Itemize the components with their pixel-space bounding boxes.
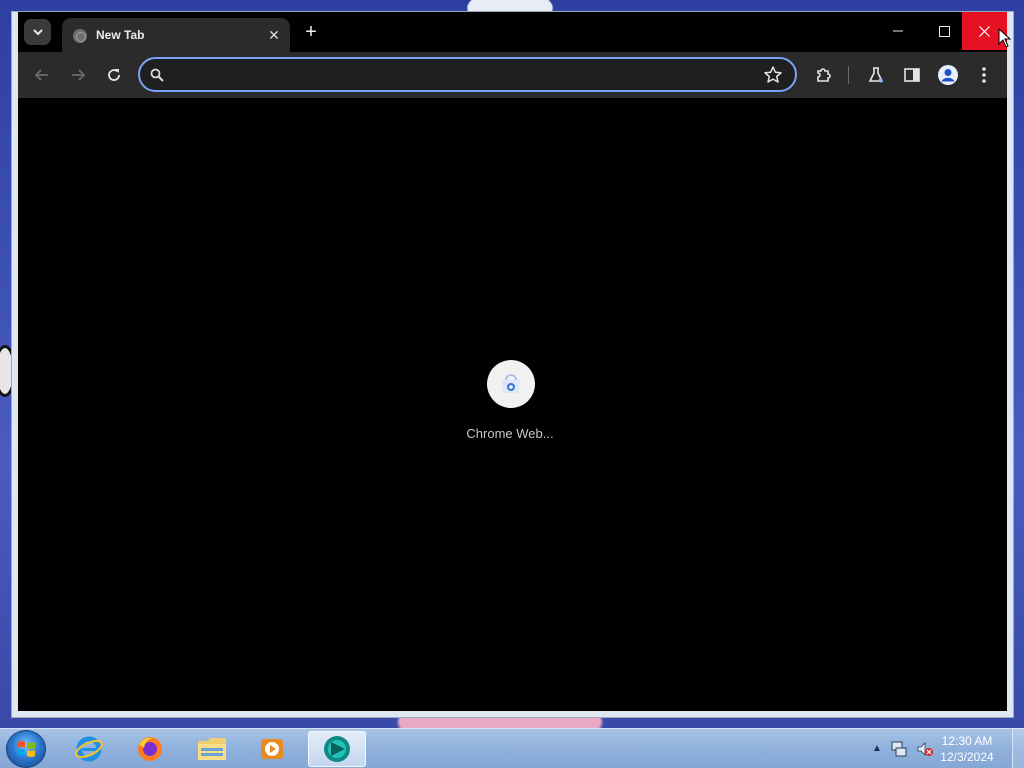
firefox-icon: [138, 737, 162, 761]
clock-date: 12/3/2024: [940, 750, 994, 764]
close-icon: [979, 25, 990, 37]
clock[interactable]: 12:30 AM 12/3/2024: [934, 733, 1000, 765]
puzzle-icon: [817, 68, 831, 82]
tab-close-button[interactable]: ✕: [266, 27, 282, 43]
toolbar-divider: [848, 66, 849, 84]
file-explorer-icon: [198, 738, 226, 760]
start-button[interactable]: [6, 730, 46, 768]
chevron-down-icon: [32, 29, 43, 36]
arrow-right-icon: [72, 69, 86, 81]
chrome-icon: [324, 736, 350, 762]
reload-button[interactable]: [102, 63, 126, 87]
browser-titlebar: New Tab ✕ +: [18, 12, 1007, 52]
profile-button[interactable]: [936, 63, 960, 87]
arrow-left-icon: [34, 69, 48, 81]
kebab-menu-icon: [982, 67, 986, 83]
tab-search-button[interactable]: [24, 19, 51, 45]
flask-icon: [868, 67, 884, 83]
minimize-icon: [893, 30, 903, 32]
chrome-web-store-icon: [502, 374, 520, 393]
taskbar-internet-explorer[interactable]: [60, 731, 118, 767]
address-bar[interactable]: [138, 57, 797, 92]
minimize-button[interactable]: [875, 12, 921, 50]
clock-time: 12:30 AM: [941, 734, 993, 748]
taskbar: ▲ 12:30 AM 12/3/2024: [0, 728, 1024, 768]
system-tray: ▲ 12:30 AM 12/3/2024: [864, 729, 1024, 768]
show-hidden-icons-button[interactable]: ▲: [872, 743, 882, 754]
side-panel-button[interactable]: [900, 63, 924, 87]
address-input[interactable]: [172, 65, 752, 85]
shortcut-tile: [487, 360, 535, 408]
avatar-icon: [938, 65, 958, 85]
volume-muted-icon[interactable]: [916, 740, 934, 758]
forward-button[interactable]: [66, 63, 90, 87]
windows-logo-icon: [17, 741, 35, 757]
taskbar-firefox[interactable]: [121, 731, 179, 767]
globe-icon: [73, 29, 87, 43]
side-panel-icon: [904, 68, 920, 82]
new-tab-page: Chrome Web...: [18, 98, 1007, 711]
show-desktop-button[interactable]: [1012, 729, 1024, 768]
back-button[interactable]: [30, 63, 54, 87]
browser-window: New Tab ✕ + Chrome Web...: [11, 11, 1014, 718]
taskbar-chrome[interactable]: [308, 731, 366, 767]
extensions-button[interactable]: [812, 63, 836, 87]
shortcut-label: Chrome Web...: [466, 426, 554, 441]
reload-icon: [108, 69, 120, 81]
tab-new-tab[interactable]: New Tab ✕: [62, 18, 290, 52]
maximize-button[interactable]: [921, 12, 967, 50]
network-icon[interactable]: [890, 740, 908, 758]
search-icon: [150, 68, 164, 82]
menu-button[interactable]: [972, 63, 996, 87]
tab-title: New Tab: [96, 28, 145, 42]
taskbar-file-explorer[interactable]: [183, 731, 241, 767]
taskbar-media-player[interactable]: [243, 731, 301, 767]
maximize-icon: [938, 25, 950, 37]
browser-toolbar: [18, 52, 1007, 98]
new-tab-button[interactable]: +: [301, 22, 321, 42]
shortcut-chrome-web-store[interactable]: Chrome Web...: [460, 360, 560, 456]
media-player-icon: [261, 739, 283, 759]
labs-button[interactable]: [864, 63, 888, 87]
bookmark-star-icon[interactable]: [763, 65, 783, 85]
mouse-cursor-icon: [998, 28, 1012, 48]
internet-explorer-icon: [75, 736, 103, 762]
